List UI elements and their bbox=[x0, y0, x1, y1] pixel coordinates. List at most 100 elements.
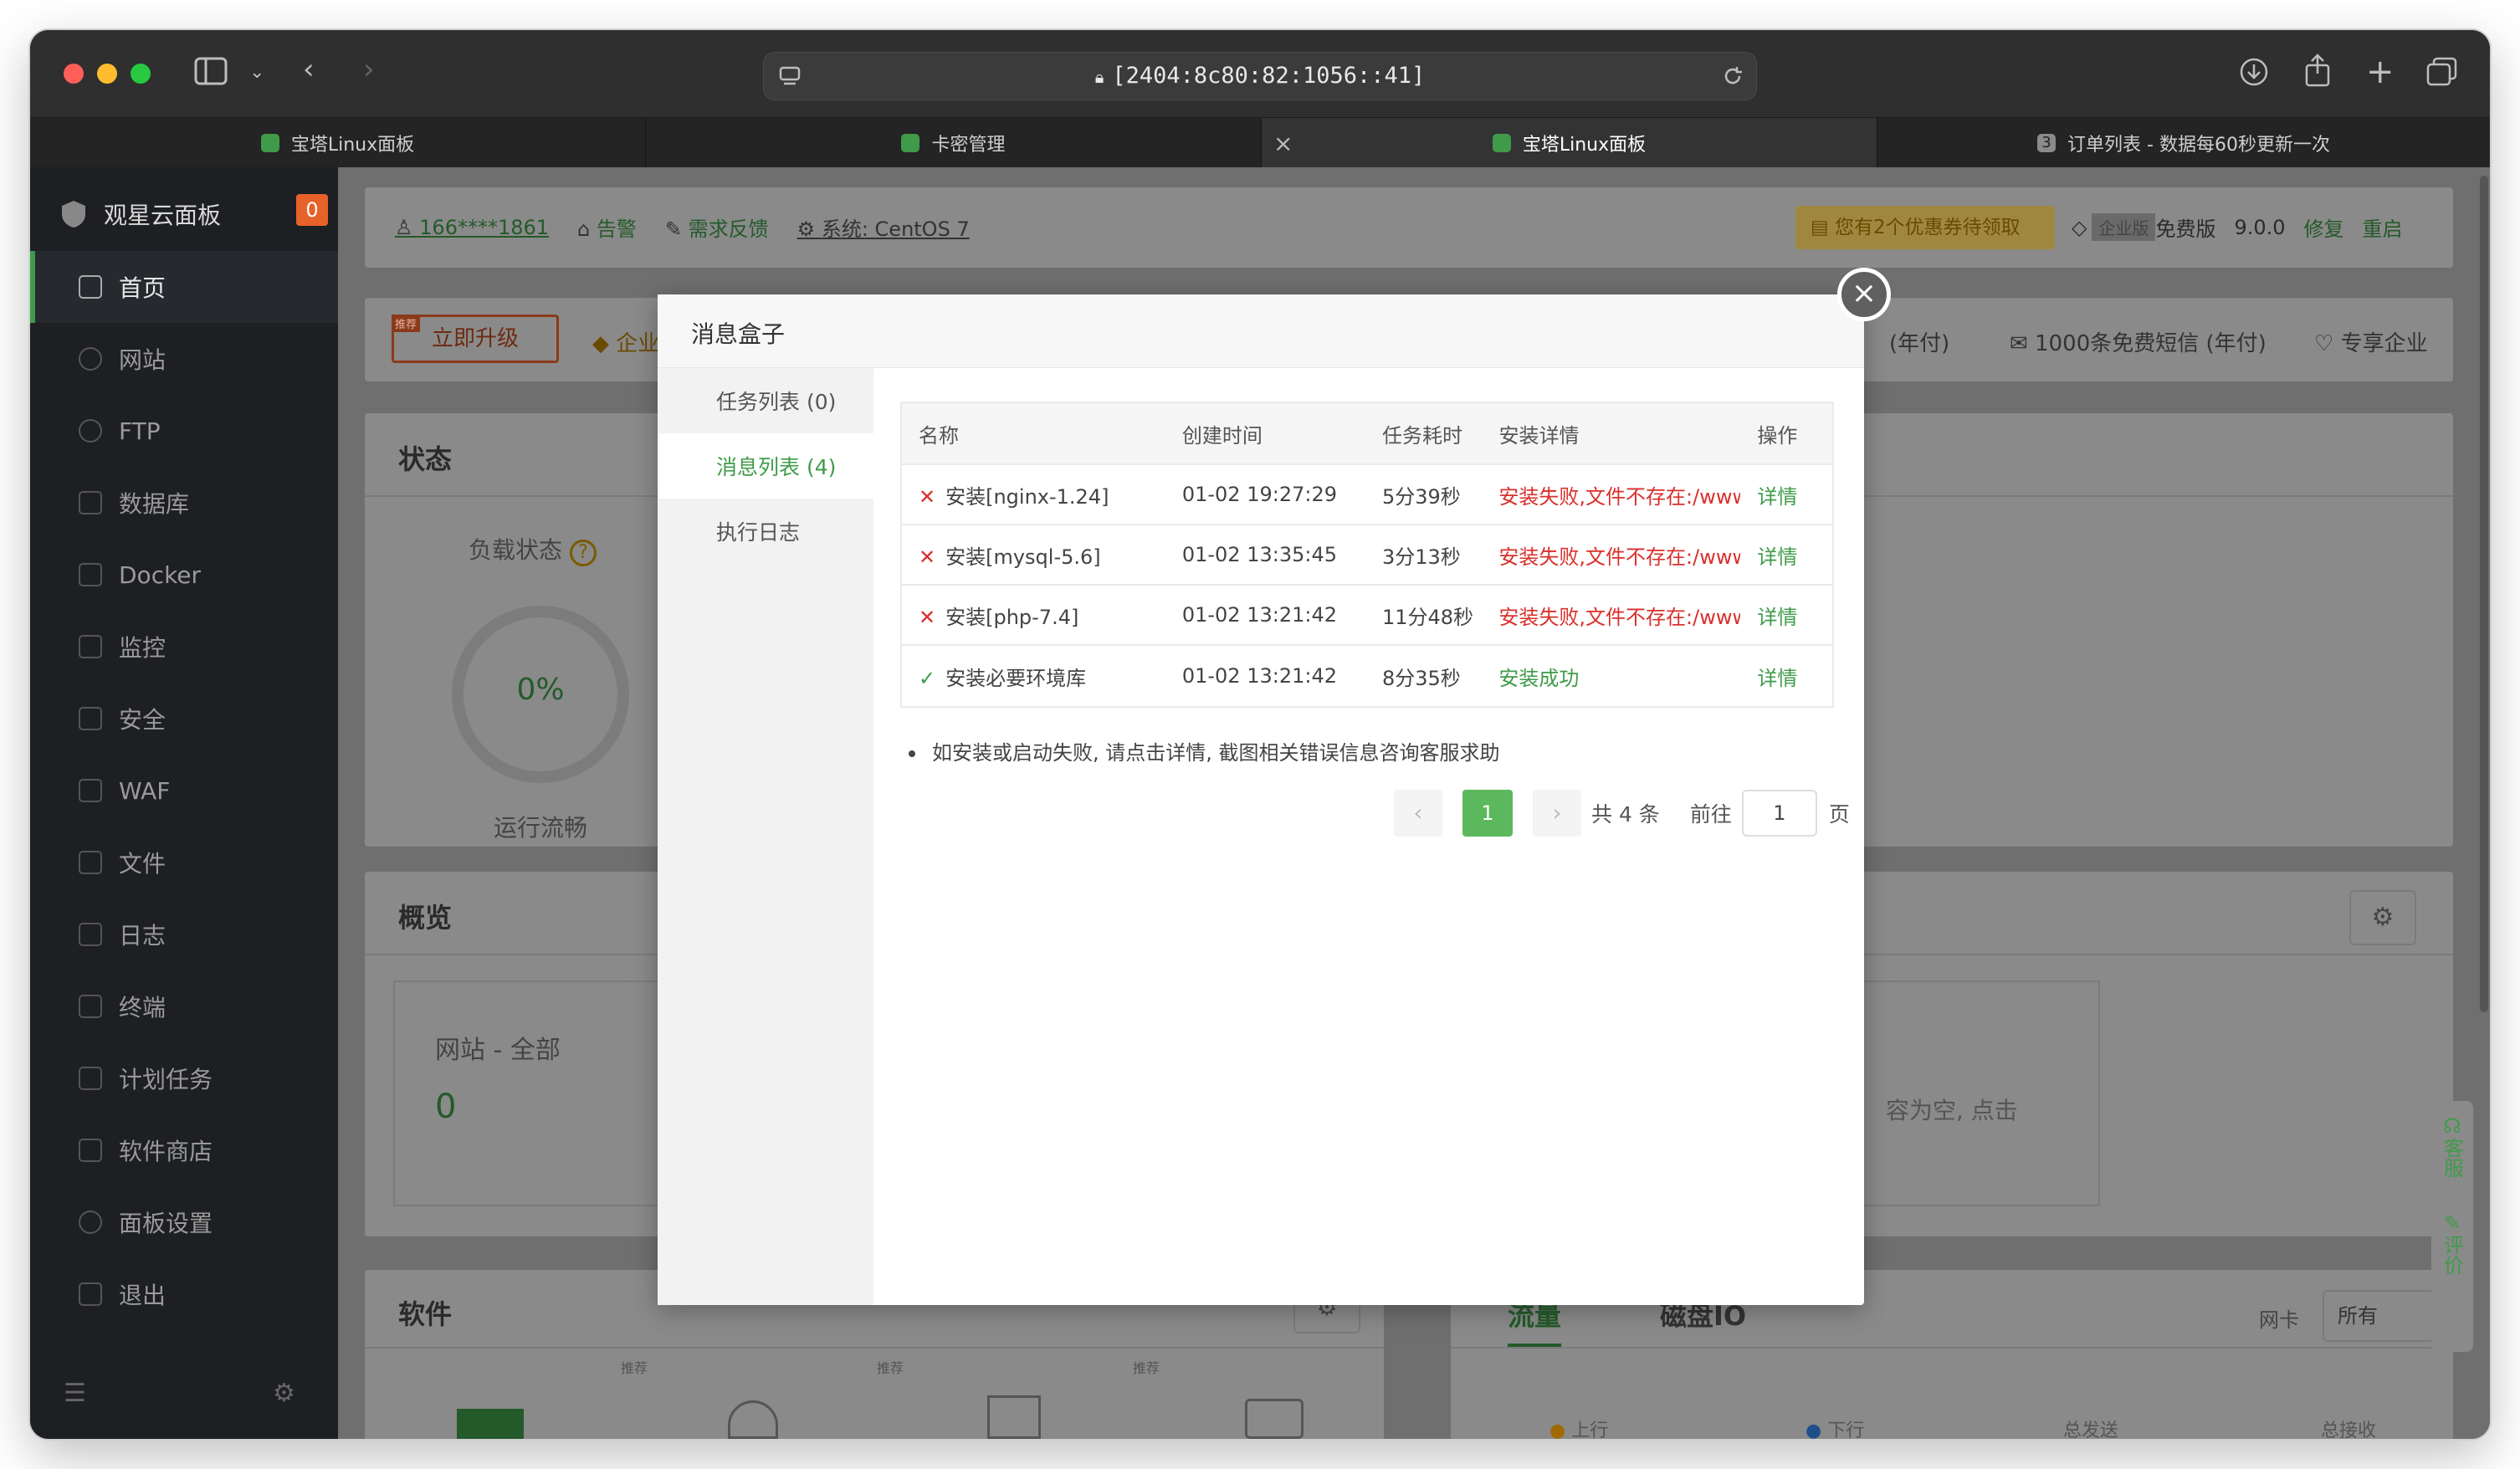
page-scrollbar[interactable] bbox=[2480, 176, 2488, 1012]
zoom-window-button[interactable] bbox=[131, 64, 151, 84]
box-app-icon[interactable] bbox=[987, 1395, 1041, 1439]
message-box-dialog: 消息盒子 × 任务列表 (0) 消息列表 (4) 执行日志 名称 创建时间 任务… bbox=[658, 268, 1891, 1305]
shield-logo-icon bbox=[62, 201, 85, 228]
download-icon[interactable] bbox=[2239, 57, 2269, 87]
tab-bar: 宝塔Linux面板 卡密管理 × 宝塔Linux面板 3 订单列表 - 数据每6… bbox=[30, 117, 2490, 168]
current-page[interactable]: 1 bbox=[1462, 790, 1513, 837]
sidebar-item-logout[interactable]: 退出 bbox=[30, 1258, 338, 1330]
sidebar-item-monitor[interactable]: 监控 bbox=[30, 611, 338, 683]
collapse-menu-icon[interactable]: ☰ bbox=[64, 1379, 86, 1408]
sidebar-item-ftp[interactable]: FTP bbox=[30, 395, 338, 467]
sidebar-item-waf[interactable]: WAF bbox=[30, 755, 338, 827]
sidebar-item-docker[interactable]: Docker bbox=[30, 539, 338, 611]
sidebar-item-store[interactable]: 软件商店 bbox=[30, 1114, 338, 1186]
reload-icon[interactable] bbox=[1721, 64, 1744, 88]
brand[interactable]: 观星云面板 bbox=[59, 192, 221, 236]
tab-title: 宝塔Linux面板 bbox=[290, 135, 415, 156]
enterprise-item[interactable]: ◆ 企业 bbox=[592, 326, 659, 357]
close-dialog-button[interactable]: × bbox=[1837, 268, 1891, 321]
row-duration: 8分35秒 bbox=[1381, 666, 1461, 690]
row-time: 01-02 13:21:42 bbox=[1181, 603, 1337, 627]
overview-settings-icon[interactable]: ⚙ bbox=[2349, 890, 2416, 945]
share-icon[interactable] bbox=[2302, 54, 2333, 87]
user-link[interactable]: ♙ 166****1861 bbox=[395, 216, 549, 239]
waf-app-icon[interactable] bbox=[728, 1400, 778, 1439]
headset-icon: ☊ bbox=[2443, 1114, 2461, 1138]
row-detail-link[interactable]: 详情 bbox=[1757, 540, 1832, 570]
chevron-down-icon[interactable]: ⌄ bbox=[249, 64, 264, 82]
next-page-button[interactable]: › bbox=[1533, 790, 1581, 837]
alert-link[interactable]: ⌂ 告警 bbox=[577, 212, 637, 242]
sidebar-item-label: FTP bbox=[119, 417, 161, 445]
sidebar-item-label: WAF bbox=[119, 776, 171, 805]
tab-card-management[interactable]: 卡密管理 bbox=[646, 118, 1262, 168]
close-window-button[interactable] bbox=[64, 64, 84, 84]
close-tab-icon[interactable]: × bbox=[1273, 130, 1293, 157]
tab-baota-2[interactable]: × 宝塔Linux面板 bbox=[1262, 118, 1877, 168]
docker-icon bbox=[79, 563, 102, 586]
tab-task-list[interactable]: 任务列表 (0) bbox=[658, 368, 873, 433]
feedback-label: 需求反馈 bbox=[688, 218, 769, 241]
row-detail-link[interactable]: 详情 bbox=[1757, 601, 1832, 630]
row-name: ✕ 安装[mysql-5.6] bbox=[902, 540, 1182, 570]
tab-order-list[interactable]: 3 订单列表 - 数据每60秒更新一次 bbox=[1877, 118, 2490, 168]
sidebar-item-website[interactable]: 网站 bbox=[30, 323, 338, 395]
sidebar-item-label: 面板设置 bbox=[119, 1210, 213, 1237]
exclusive-item[interactable]: ♡ 专享企业 bbox=[2314, 326, 2428, 357]
help-icon[interactable]: ? bbox=[569, 540, 597, 566]
row-time: 01-02 13:35:45 bbox=[1181, 543, 1337, 566]
sidebar-item-label: 监控 bbox=[119, 634, 166, 662]
sidebar-item-logs[interactable]: 日志 bbox=[30, 898, 338, 970]
row-detail-link[interactable]: 详情 bbox=[1757, 480, 1832, 509]
restart-link[interactable]: 重启 bbox=[2363, 212, 2403, 242]
bell-icon: ⌂ bbox=[577, 218, 597, 241]
sidebar-item-label: 首页 bbox=[119, 274, 166, 302]
sidebar-toggle-icon[interactable] bbox=[194, 57, 228, 90]
tab-overview-icon[interactable] bbox=[2426, 57, 2458, 87]
legend-up: ● 上行 bbox=[1549, 1415, 1608, 1439]
tab-message-list[interactable]: 消息列表 (4) bbox=[658, 433, 873, 499]
tab-baota-1[interactable]: 宝塔Linux面板 bbox=[30, 118, 646, 168]
sidebar-item-files[interactable]: 文件 bbox=[30, 827, 338, 898]
rate-button[interactable]: ✎ 评价 bbox=[2431, 1211, 2473, 1275]
column-header-name: 名称 bbox=[919, 423, 959, 448]
sidebar-item-label: 退出 bbox=[119, 1282, 166, 1309]
minimize-window-button[interactable] bbox=[97, 64, 117, 84]
notification-badge[interactable]: 0 bbox=[296, 194, 328, 226]
row-duration: 5分39秒 bbox=[1381, 484, 1461, 509]
prev-page-button[interactable]: ‹ bbox=[1394, 790, 1442, 837]
sms-item[interactable]: ✉ 1000条免费短信 (年付) bbox=[2010, 326, 2266, 357]
sidebar-item-terminal[interactable]: 终端 bbox=[30, 970, 338, 1042]
header-bar: ♙ 166****1861 ⌂ 告警 ✎ 需求反馈 ⚙ 系统: CentOS 7… bbox=[365, 187, 2453, 268]
repair-link[interactable]: 修复 bbox=[2304, 212, 2344, 242]
page-input[interactable]: 1 bbox=[1741, 790, 1817, 837]
server-app-icon[interactable] bbox=[1245, 1399, 1304, 1439]
sidebar-item-security[interactable]: 安全 bbox=[30, 683, 338, 755]
system-info[interactable]: ⚙ 系统: CentOS 7 bbox=[797, 212, 970, 242]
table-row: ✕ 安装[nginx-1.24] 01-02 19:27:29 5分39秒 安装失… bbox=[902, 465, 1832, 525]
sidebar-item-cron[interactable]: 计划任务 bbox=[30, 1042, 338, 1114]
tab-exec-log[interactable]: 执行日志 bbox=[658, 499, 873, 564]
status-title: 状态 bbox=[398, 443, 453, 475]
sidebar-item-database[interactable]: 数据库 bbox=[30, 467, 338, 539]
back-icon[interactable]: ‹ bbox=[303, 55, 315, 84]
address-bar[interactable]: 🔒︎ [2404:8c80:82:1056::41] bbox=[763, 52, 1757, 100]
forward-icon[interactable]: › bbox=[363, 55, 375, 84]
row-detail-link[interactable]: 详情 bbox=[1757, 662, 1832, 691]
customer-service-button[interactable]: ☊ 客服 bbox=[2431, 1114, 2473, 1178]
feedback-link[interactable]: ✎ 需求反馈 bbox=[665, 212, 769, 242]
bullet-icon bbox=[909, 750, 915, 757]
sidebar-item-home[interactable]: 首页 bbox=[30, 251, 338, 323]
fail-x-icon: ✕ bbox=[919, 484, 936, 509]
settings-gear-icon[interactable]: ⚙ bbox=[273, 1379, 295, 1408]
software-app-icon[interactable] bbox=[457, 1409, 524, 1439]
dialog-title: 消息盒子 bbox=[691, 320, 786, 348]
shield-icon bbox=[79, 707, 102, 730]
recommend-tag: 推荐 bbox=[392, 315, 421, 332]
sidebar-item-settings[interactable]: 面板设置 bbox=[30, 1186, 338, 1258]
coupon-banner[interactable]: ▤ 您有2个优惠券待领取 bbox=[1795, 206, 2055, 249]
sidebar-item-label: 安全 bbox=[119, 706, 166, 734]
empty-hint[interactable]: 容为空, 点击 bbox=[1886, 1093, 2018, 1126]
new-tab-icon[interactable]: + bbox=[2366, 55, 2395, 89]
help-note-text: 如安装或启动失败, 请点击详情, 截图相关错误信息咨询客服求助 bbox=[932, 741, 1500, 765]
